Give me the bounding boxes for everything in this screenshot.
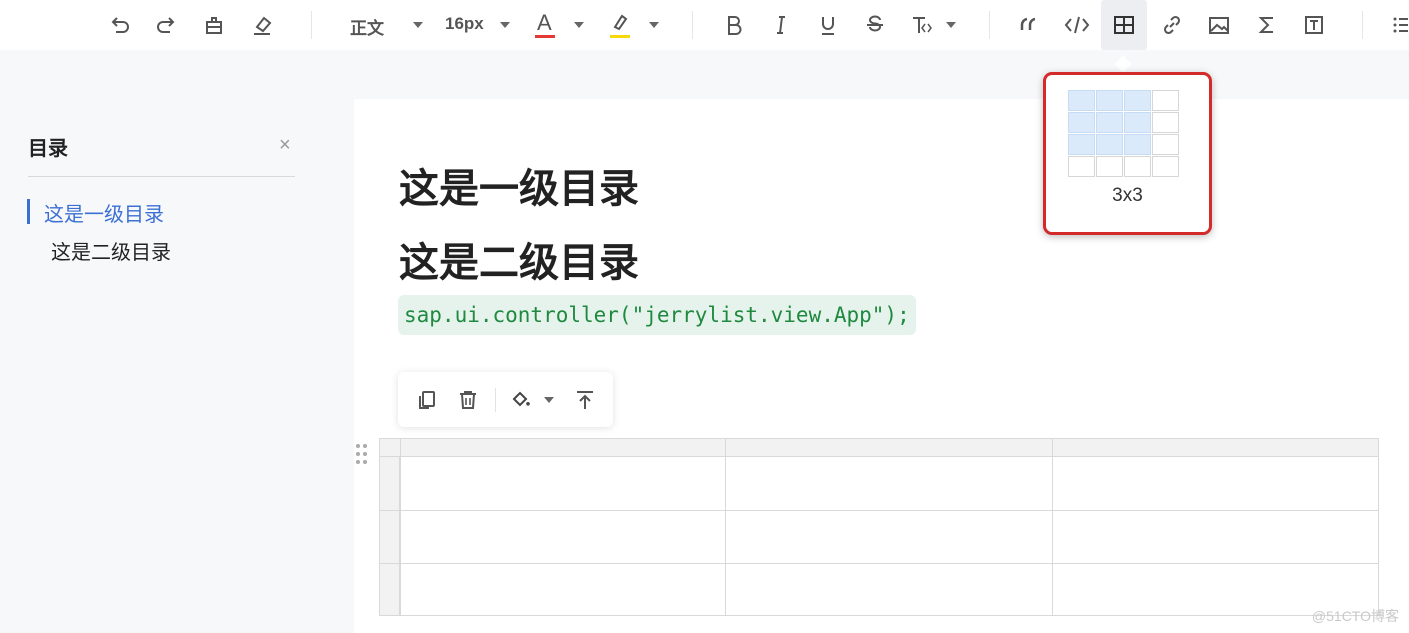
table-insert-popup: 3x3	[1043, 72, 1212, 235]
quote-icon[interactable]	[1015, 8, 1043, 42]
chevron-down-icon[interactable]	[946, 22, 956, 28]
toolbar-divider	[495, 388, 496, 412]
table-picker-cell[interactable]	[1096, 90, 1123, 111]
image-icon[interactable]	[1205, 8, 1233, 42]
table-picker-cell[interactable]	[1068, 112, 1095, 133]
popup-arrow	[1114, 55, 1132, 73]
table-col-line	[725, 438, 726, 616]
chevron-down-icon[interactable]	[500, 22, 510, 28]
code-icon[interactable]	[1062, 8, 1092, 42]
document-table[interactable]	[379, 438, 1379, 616]
text-style-icon[interactable]	[907, 8, 935, 42]
toolbar-divider	[311, 11, 312, 39]
strikethrough-icon[interactable]	[861, 8, 889, 42]
table-row-header-bar[interactable]	[379, 457, 400, 616]
table-picker-cell[interactable]	[1096, 156, 1123, 177]
toc-item-heading1[interactable]: 这是一级目录	[44, 198, 164, 227]
undo-icon[interactable]	[106, 8, 134, 42]
table-picker-cell[interactable]	[1152, 156, 1179, 177]
table-column-header-bar[interactable]	[379, 438, 1379, 457]
table-size-picker[interactable]	[1068, 90, 1181, 179]
table-picker-cell[interactable]	[1096, 112, 1123, 133]
delete-icon[interactable]	[455, 387, 481, 413]
clear-format-icon[interactable]	[248, 8, 276, 42]
table-row-line	[379, 563, 1379, 564]
table-picker-cell[interactable]	[1152, 90, 1179, 111]
copy-icon[interactable]	[414, 387, 440, 413]
chevron-down-icon[interactable]	[544, 397, 554, 403]
highlight-color-swatch	[610, 35, 630, 38]
underline-icon[interactable]	[814, 8, 842, 42]
chevron-down-icon[interactable]	[574, 22, 584, 28]
table-picker-cell[interactable]	[1068, 90, 1095, 111]
toc-divider	[28, 176, 295, 177]
chevron-down-icon[interactable]	[649, 22, 659, 28]
table-col-line	[400, 438, 401, 616]
textbox-icon[interactable]	[1300, 8, 1328, 42]
table-size-label: 3x3	[1112, 185, 1143, 206]
fill-color-icon[interactable]	[508, 387, 534, 413]
heading-2[interactable]: 这是二级目录	[399, 230, 639, 288]
heading-1[interactable]: 这是一级目录	[399, 156, 639, 214]
table-picker-cell[interactable]	[1096, 134, 1123, 155]
formula-icon[interactable]	[1253, 8, 1281, 42]
chevron-down-icon[interactable]	[413, 22, 423, 28]
editor-toolbar: 正文 16px A	[0, 0, 1409, 50]
table-picker-cell[interactable]	[1124, 134, 1151, 155]
font-size-select[interactable]: 16px	[445, 14, 484, 34]
table-col-line	[1052, 438, 1053, 616]
close-icon[interactable]: ×	[279, 134, 291, 157]
bold-icon[interactable]	[720, 8, 748, 42]
insert-above-icon[interactable]	[572, 387, 598, 413]
table-picker-cell[interactable]	[1152, 134, 1179, 155]
toolbar-divider	[692, 11, 693, 39]
redo-icon[interactable]	[152, 8, 180, 42]
table-picker-cell[interactable]	[1124, 90, 1151, 111]
table-picker-cell[interactable]	[1152, 112, 1179, 133]
table-body[interactable]	[400, 457, 1379, 616]
table-picker-cell[interactable]	[1068, 134, 1095, 155]
table-picker-cell[interactable]	[1124, 156, 1151, 177]
toc-item-heading2[interactable]: 这是二级目录	[51, 236, 171, 265]
toolbar-divider	[989, 11, 990, 39]
paragraph-style-select[interactable]: 正文	[350, 14, 384, 39]
toolbar-divider	[1362, 11, 1363, 39]
font-color-swatch	[535, 35, 555, 38]
format-painter-icon[interactable]	[200, 8, 228, 42]
table-row-line	[379, 510, 1379, 511]
italic-icon[interactable]	[767, 8, 795, 42]
toc-title: 目录	[28, 138, 68, 160]
inline-code[interactable]: sap.ui.controller("jerrylist.view.App");	[398, 295, 916, 335]
table-picker-cell[interactable]	[1068, 156, 1095, 177]
toc-active-indicator	[27, 199, 30, 224]
watermark: @51CTO博客	[1311, 608, 1399, 624]
link-icon[interactable]	[1158, 8, 1186, 42]
table-picker-cell[interactable]	[1124, 112, 1151, 133]
drag-handle-icon[interactable]	[352, 444, 372, 470]
list-icon[interactable]	[1385, 8, 1409, 42]
table-icon[interactable]	[1101, 0, 1147, 50]
table-toolbar	[398, 372, 613, 427]
font-color-icon[interactable]: A	[537, 10, 552, 36]
